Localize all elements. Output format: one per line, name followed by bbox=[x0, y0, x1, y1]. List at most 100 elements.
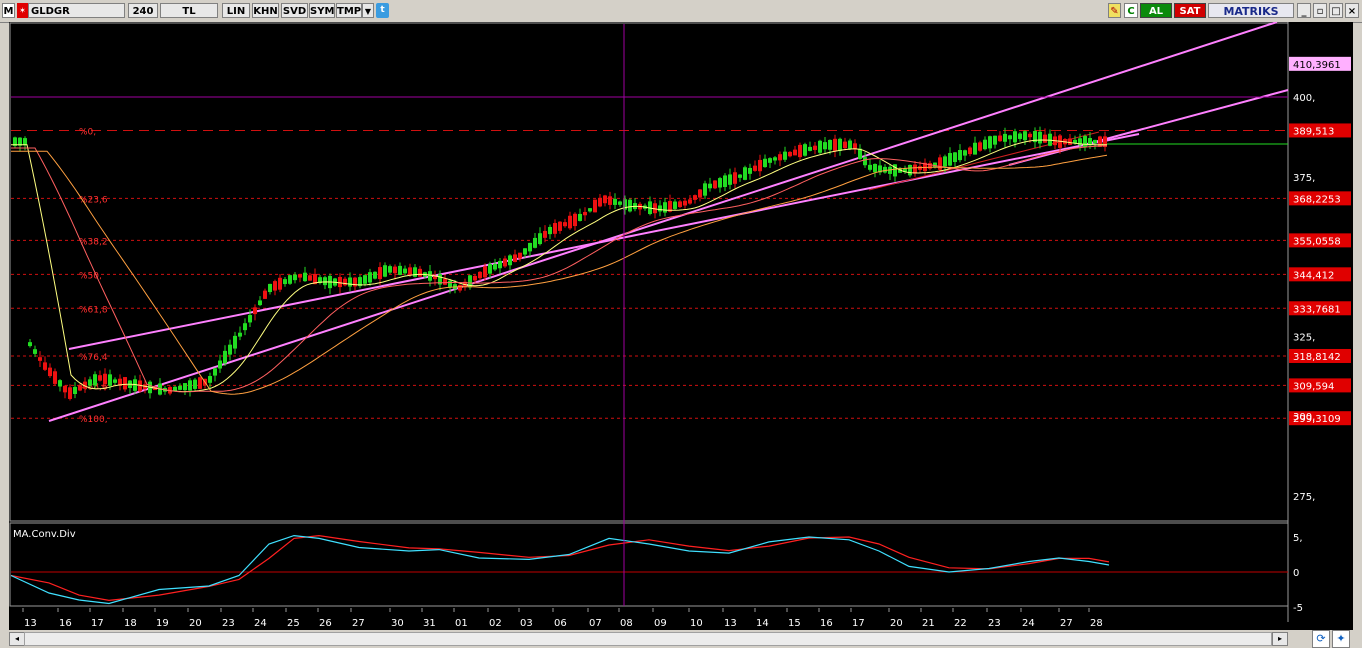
buy-button[interactable]: AL bbox=[1140, 3, 1172, 18]
candle-body bbox=[1068, 138, 1072, 145]
candle-body bbox=[183, 383, 187, 391]
candle-body bbox=[958, 150, 962, 161]
macd-axis-tick: 5, bbox=[1293, 533, 1303, 544]
time-axis-label: 16 bbox=[59, 618, 72, 629]
brand-logo: MATRIKS bbox=[1208, 3, 1294, 18]
candle-body bbox=[268, 283, 272, 293]
candle-body bbox=[613, 198, 617, 205]
candle-body bbox=[718, 178, 722, 188]
scale-button[interactable]: LIN bbox=[222, 3, 250, 18]
settings-icon[interactable]: ✦ bbox=[1332, 630, 1350, 648]
candle-body bbox=[343, 278, 347, 286]
candle-body bbox=[493, 263, 497, 270]
candle-body bbox=[803, 144, 807, 156]
candle-body bbox=[508, 255, 512, 266]
chart-window[interactable]: %0, %23,6 %38,2 %50, %61,8 %76,4 %88,6 %100, 41… bbox=[9, 21, 1353, 630]
candle-body bbox=[543, 230, 547, 238]
symbol-button[interactable]: SYM bbox=[309, 3, 335, 18]
window-restore-button[interactable]: ▫ bbox=[1313, 3, 1327, 18]
candle-body bbox=[773, 157, 777, 161]
candle-body bbox=[413, 267, 417, 277]
time-axis-label: 24 bbox=[254, 618, 267, 629]
candle-body bbox=[978, 142, 982, 151]
candle-body bbox=[588, 208, 592, 212]
time-axis-label: 20 bbox=[189, 618, 202, 629]
time-scrollbar[interactable]: ◂ ▸ ⟳ ✦ bbox=[0, 630, 1362, 648]
candle-body bbox=[378, 267, 382, 280]
candle-body bbox=[883, 166, 887, 173]
candle-body bbox=[1098, 136, 1102, 147]
time-axis-label: 13 bbox=[24, 618, 37, 629]
scroll-right-button[interactable]: ▸ bbox=[1272, 632, 1288, 646]
template-button[interactable]: TMP bbox=[336, 3, 362, 18]
candle-body bbox=[503, 258, 507, 267]
price-axis-tick: 275, bbox=[1293, 492, 1315, 503]
candle-body bbox=[908, 164, 912, 176]
candle-body bbox=[78, 385, 82, 391]
period-field[interactable]: 240 bbox=[128, 3, 158, 18]
candle-body bbox=[233, 335, 237, 349]
candle-body bbox=[488, 264, 492, 274]
candle-body bbox=[868, 164, 872, 170]
candle-body bbox=[563, 222, 567, 227]
edit-icon[interactable]: ✎ bbox=[1108, 3, 1121, 18]
scroll-left-button[interactable]: ◂ bbox=[9, 632, 25, 646]
candle-body bbox=[43, 362, 47, 370]
twitter-icon[interactable]: t bbox=[376, 3, 389, 18]
candle-body bbox=[383, 265, 387, 277]
sync-icon[interactable]: ⟳ bbox=[1312, 630, 1330, 648]
macd-axis-tick: 0 bbox=[1293, 568, 1299, 579]
candle-body bbox=[533, 237, 537, 248]
time-axis-label: 23 bbox=[988, 618, 1001, 629]
app-logo[interactable]: M bbox=[2, 3, 15, 18]
candle-body bbox=[538, 233, 542, 245]
currency-field[interactable]: TL bbox=[160, 3, 218, 18]
candle-body bbox=[298, 274, 302, 278]
candle-body bbox=[483, 266, 487, 278]
candle-body bbox=[193, 379, 197, 389]
save-template-button[interactable]: SVD bbox=[281, 3, 308, 18]
dropdown-arrow-icon[interactable]: ▼ bbox=[362, 3, 374, 18]
window-minimize-button[interactable]: _ bbox=[1297, 3, 1311, 18]
candle-body bbox=[938, 157, 942, 170]
candle-body bbox=[103, 373, 107, 385]
price-level-label: 410,3961 bbox=[1293, 60, 1341, 71]
candle-body bbox=[1038, 131, 1042, 144]
candle-body bbox=[408, 267, 412, 276]
time-axis-label: 10 bbox=[690, 618, 703, 629]
time-axis-label: 23 bbox=[222, 618, 235, 629]
refresh-button[interactable]: C bbox=[1124, 3, 1138, 18]
price-level-label: 389,513 bbox=[1293, 126, 1334, 137]
symbol-field[interactable]: GLDGR bbox=[28, 3, 125, 18]
indicator-name: MA.Conv.Div bbox=[13, 529, 76, 540]
candle-body bbox=[953, 152, 957, 163]
window-maximize-button[interactable]: □ bbox=[1329, 3, 1343, 18]
candle-body bbox=[1023, 131, 1027, 141]
candle-body bbox=[1008, 135, 1012, 140]
candle-body bbox=[23, 138, 27, 146]
candle-body bbox=[673, 201, 677, 209]
time-axis-label: 24 bbox=[1022, 618, 1035, 629]
time-axis-label: 31 bbox=[423, 618, 436, 629]
candle-body bbox=[658, 205, 662, 212]
candle-body bbox=[628, 199, 632, 212]
candle-body bbox=[1083, 136, 1087, 148]
candle-body bbox=[828, 139, 832, 150]
candle-body bbox=[998, 135, 1002, 142]
candle-body bbox=[713, 180, 717, 189]
candle-body bbox=[578, 213, 582, 221]
scroll-thumb[interactable] bbox=[24, 632, 1272, 646]
sell-button[interactable]: SAT bbox=[1174, 3, 1206, 18]
candle-body bbox=[693, 195, 697, 200]
candle-body bbox=[678, 201, 682, 207]
window-close-button[interactable]: × bbox=[1345, 3, 1359, 18]
candle-type-button[interactable]: KHN bbox=[252, 3, 279, 18]
candle-body bbox=[863, 157, 867, 166]
time-axis-label: 19 bbox=[156, 618, 169, 629]
candle-body bbox=[988, 136, 992, 149]
price-level-label: 368,2253 bbox=[1293, 194, 1341, 205]
candle-body bbox=[788, 151, 792, 157]
candle-body bbox=[33, 349, 37, 354]
candle-body bbox=[553, 223, 557, 234]
price-axis-tick: 325, bbox=[1293, 332, 1315, 343]
